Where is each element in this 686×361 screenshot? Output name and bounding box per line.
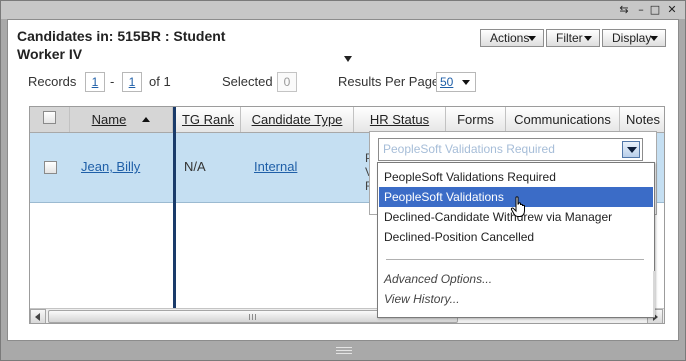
sort-ascending-icon bbox=[142, 117, 151, 122]
records-to-link[interactable]: 1 bbox=[122, 72, 142, 92]
dropdown-option[interactable]: PeopleSoft Validations Required bbox=[379, 167, 653, 187]
dropdown-divider bbox=[386, 259, 644, 260]
page-title: Candidates in: 515BR : Student Worker IV bbox=[17, 28, 226, 62]
actions-button[interactable]: Actions bbox=[480, 29, 544, 47]
column-header-tg-rank[interactable]: TG Rank bbox=[176, 107, 241, 132]
window-titlebar: ⇆ – □ ✕ bbox=[1, 1, 685, 19]
results-per-page-value: 50 bbox=[440, 75, 454, 89]
column-freeze-divider[interactable] bbox=[173, 107, 176, 323]
candidate-name-link[interactable]: Jean, Billy bbox=[81, 159, 140, 175]
select-all-header bbox=[30, 107, 70, 132]
actions-label: Actions bbox=[490, 31, 530, 45]
column-header-name[interactable]: Name bbox=[70, 107, 173, 132]
table-header: Name TG Rank Candidate Type HR Status Fo… bbox=[30, 107, 664, 133]
results-per-page-label: Results Per Page bbox=[338, 74, 440, 89]
view-history-link[interactable]: View History... bbox=[384, 291, 460, 307]
tg-rank-value: N/A bbox=[184, 159, 206, 174]
window-bottom-bar bbox=[1, 342, 685, 360]
chevron-down-icon bbox=[528, 36, 536, 41]
filter-label: Filter bbox=[556, 31, 583, 45]
dropdown-scrollbar[interactable] bbox=[653, 271, 655, 317]
chevron-down-icon bbox=[584, 36, 592, 41]
hr-status-current-value: PeopleSoft Validations Required bbox=[383, 142, 555, 156]
name-header-label: Name bbox=[91, 112, 127, 127]
column-header-hr-status[interactable]: HR Status bbox=[354, 107, 446, 132]
column-header-communications: Communications bbox=[506, 107, 620, 132]
display-button[interactable]: Display bbox=[602, 29, 666, 47]
chevron-down-icon bbox=[462, 80, 470, 85]
records-total: of 1 bbox=[149, 74, 171, 89]
chevron-left-icon bbox=[35, 313, 40, 321]
chevron-down-icon bbox=[650, 36, 658, 41]
select-all-checkbox[interactable] bbox=[43, 111, 56, 124]
selected-count: 0 bbox=[277, 72, 297, 92]
display-label: Display bbox=[612, 31, 652, 45]
hr-status-combobox[interactable]: PeopleSoft Validations Required bbox=[378, 138, 643, 161]
restore-icon[interactable]: ⇆ bbox=[617, 3, 631, 16]
filter-button[interactable]: Filter bbox=[546, 29, 600, 47]
row-select-checkbox[interactable] bbox=[44, 161, 57, 174]
maximize-icon[interactable]: □ bbox=[648, 3, 662, 16]
column-header-candidate-type[interactable]: Candidate Type bbox=[241, 107, 354, 132]
dropdown-option[interactable]: Declined-Position Cancelled bbox=[379, 227, 653, 247]
hr-status-dropdown-list: PeopleSoft Validations Required PeopleSo… bbox=[377, 162, 655, 318]
candidates-window: ⇆ – □ ✕ Candidates in: 515BR : Student W… bbox=[0, 0, 686, 361]
close-icon[interactable]: ✕ bbox=[665, 3, 679, 16]
minimize-icon[interactable]: – bbox=[634, 3, 648, 16]
records-label: Records bbox=[28, 74, 77, 89]
advanced-options-link[interactable]: Advanced Options... bbox=[384, 271, 492, 287]
dropdown-arrow-icon[interactable] bbox=[622, 141, 640, 158]
column-header-forms: Forms bbox=[446, 107, 506, 132]
results-per-page-select[interactable]: 50 bbox=[436, 72, 476, 92]
resize-grip-icon[interactable] bbox=[336, 347, 352, 354]
records-from-link[interactable]: 1 bbox=[85, 72, 105, 92]
candidate-type-link[interactable]: Internal bbox=[254, 159, 297, 175]
selected-label: Selected bbox=[222, 74, 273, 89]
scroll-left-button[interactable] bbox=[30, 309, 46, 323]
records-separator: - bbox=[110, 74, 115, 89]
hand-cursor-icon bbox=[510, 196, 525, 217]
hr-status-dropdown-toggle-icon[interactable] bbox=[344, 56, 352, 62]
column-header-notes: Notes bbox=[626, 112, 660, 127]
